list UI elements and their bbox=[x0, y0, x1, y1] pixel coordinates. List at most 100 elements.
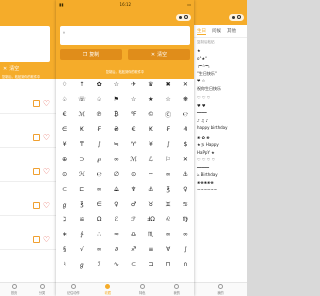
symbol-cell[interactable]: ∞ bbox=[108, 153, 125, 167]
copy-icon[interactable] bbox=[32, 100, 40, 107]
capsule-menu[interactable] bbox=[229, 13, 244, 21]
symbol-cell[interactable]: ☆ bbox=[125, 93, 142, 107]
list-item[interactable]: ♡ bbox=[0, 94, 56, 114]
symbol-cell[interactable]: ℥ bbox=[160, 183, 177, 197]
kaomoji-line[interactable]: "生日快乐" bbox=[194, 70, 247, 78]
symbol-cell[interactable]: ∴ bbox=[91, 228, 108, 242]
list-item[interactable]: ♡ bbox=[0, 230, 56, 250]
kaomoji-line[interactable]: HaPpY ★ bbox=[194, 149, 247, 157]
symbol-cell[interactable]: ¥ bbox=[56, 138, 73, 152]
heart-icon[interactable]: ♡ bbox=[43, 99, 50, 108]
symbol-cell[interactable]: ⌔ bbox=[142, 168, 159, 182]
symbol-cell[interactable]: ℰ bbox=[108, 213, 125, 227]
symbol-cell[interactable]: ∀ bbox=[160, 243, 177, 257]
symbol-cell[interactable]: ♍ bbox=[177, 213, 194, 227]
symbol-cell[interactable]: ↑ bbox=[73, 78, 90, 92]
nav-favorites[interactable]: 收藏 bbox=[91, 283, 126, 296]
symbol-cell[interactable]: ♮ bbox=[56, 258, 73, 272]
symbol-cell[interactable]: ℒ bbox=[142, 153, 159, 167]
symbol-cell[interactable]: ∞ bbox=[160, 228, 177, 242]
symbol-cell[interactable]: ℉ bbox=[125, 108, 142, 122]
capsule-menu[interactable] bbox=[176, 13, 191, 21]
symbol-cell[interactable]: √ bbox=[73, 243, 90, 257]
symbol-cell[interactable]: ℊ bbox=[56, 198, 73, 212]
symbol-cell[interactable]: ℷ bbox=[56, 213, 73, 227]
kaomoji-line[interactable]: ★彡 Happy bbox=[194, 141, 247, 149]
symbol-cell[interactable]: ∫ bbox=[91, 138, 108, 152]
symbol-cell[interactable]: ₣ bbox=[160, 123, 177, 137]
symbol-cell[interactable]: ♌ bbox=[160, 213, 177, 227]
nav-remember[interactable]: 记住动作 bbox=[56, 283, 91, 296]
symbol-cell[interactable]: ℐ bbox=[91, 258, 108, 272]
symbol-cell[interactable]: ⊓ bbox=[160, 258, 177, 272]
symbol-cell[interactable]: ♋ bbox=[177, 198, 194, 212]
heart-icon[interactable]: ♡ bbox=[43, 167, 50, 176]
symbol-cell[interactable]: ♤ bbox=[91, 93, 108, 107]
symbol-cell[interactable]: ⊙ bbox=[56, 168, 73, 182]
symbol-cell[interactable]: ✕ bbox=[177, 153, 194, 167]
symbol-cell[interactable]: ♐ bbox=[125, 243, 142, 257]
kaomoji-line[interactable]: o°★° bbox=[194, 55, 247, 63]
copy-icon[interactable] bbox=[32, 134, 40, 141]
kaomoji-line[interactable]: ♡ ♡ ♡ bbox=[194, 94, 247, 102]
symbol-cell[interactable]: ♈ bbox=[125, 138, 142, 152]
symbol-cell[interactable]: ₴ bbox=[108, 123, 125, 137]
symbol-cell[interactable]: $ bbox=[177, 138, 194, 152]
symbol-cell[interactable]: ✈ bbox=[125, 78, 142, 92]
list-item[interactable]: ♡ bbox=[0, 162, 56, 182]
kaomoji-line[interactable]: ~~~~~~ bbox=[194, 186, 247, 194]
symbol-cell[interactable]: ⊂ bbox=[56, 183, 73, 197]
clear-button[interactable]: ✕ 清空 bbox=[128, 49, 190, 60]
symbol-cell[interactable]: ♀ bbox=[108, 198, 125, 212]
symbol-cell[interactable]: ∂ bbox=[108, 243, 125, 257]
symbol-cell[interactable]: ∈ bbox=[91, 198, 108, 212]
symbol-cell[interactable]: ¥ bbox=[142, 138, 159, 152]
symbol-cell[interactable]: ∗ bbox=[56, 228, 73, 242]
symbol-cell[interactable]: ₭ bbox=[73, 123, 90, 137]
symbol-cell[interactable]: ℗ bbox=[91, 108, 108, 122]
kaomoji-line[interactable]: ❤ ☆ bbox=[194, 77, 247, 85]
kaomoji-line[interactable]: 祝你生日快乐 bbox=[194, 85, 247, 93]
symbol-cell[interactable]: ⚑ bbox=[108, 93, 125, 107]
symbol-cell[interactable]: ℳ bbox=[73, 108, 90, 122]
list-item[interactable]: ♡ bbox=[0, 196, 56, 216]
symbol-cell[interactable]: ♉ bbox=[142, 198, 159, 212]
symbol-cell[interactable]: ∞ bbox=[91, 243, 108, 257]
kaomoji-line[interactable]: ❀❀❀❀❀ bbox=[194, 179, 247, 187]
kaomoji-line[interactable]: ❀ ✿ ❀ bbox=[194, 134, 247, 142]
nav-category[interactable]: 分类 bbox=[28, 283, 56, 296]
symbol-cell[interactable]: ♆ bbox=[125, 183, 142, 197]
copy-icon[interactable] bbox=[32, 168, 40, 175]
symbol-cell[interactable]: ♎ bbox=[125, 228, 142, 242]
symbol-cell[interactable]: ⟁ bbox=[108, 183, 125, 197]
heart-icon[interactable]: ♡ bbox=[43, 201, 50, 210]
symbol-cell[interactable]: ℱ bbox=[125, 213, 142, 227]
kaomoji-line[interactable]: ━━━━ bbox=[194, 109, 247, 117]
symbol-cell[interactable]: ≌ bbox=[73, 213, 90, 227]
symbol-cell[interactable]: ℥ bbox=[73, 198, 90, 212]
symbol-cell[interactable]: ✖ bbox=[160, 78, 177, 92]
symbol-cell[interactable]: ⊙ bbox=[125, 168, 142, 182]
kaomoji-line[interactable]: happy birthday bbox=[194, 124, 247, 132]
nav-mine[interactable]: 我的 bbox=[160, 283, 195, 296]
list-item[interactable]: ♡ bbox=[0, 128, 56, 148]
kaomoji-line[interactable]: ♪ ♫ ♪ bbox=[194, 117, 247, 125]
symbol-cell[interactable]: ⊕ bbox=[56, 153, 73, 167]
symbol-cell[interactable]: © bbox=[142, 108, 159, 122]
symbol-cell[interactable]: ℊ bbox=[73, 258, 90, 272]
symbol-cell[interactable]: € bbox=[125, 123, 142, 137]
kaomoji-line[interactable]: ━━━━━ bbox=[194, 164, 247, 172]
symbol-cell[interactable]: ₣ bbox=[91, 123, 108, 137]
copy-icon[interactable] bbox=[32, 202, 40, 209]
symbol-cell[interactable]: ∅ bbox=[108, 168, 125, 182]
symbol-cell[interactable]: ✕ bbox=[177, 78, 194, 92]
symbol-cell[interactable]: ℘ bbox=[91, 153, 108, 167]
symbol-cell[interactable]: ℮ bbox=[177, 108, 194, 122]
symbol-cell[interactable]: ∩ bbox=[177, 258, 194, 272]
symbol-cell[interactable]: ∿ bbox=[108, 258, 125, 272]
kaomoji-line[interactable]: ঌ Birthday bbox=[194, 171, 247, 179]
symbol-cell[interactable]: ☆ bbox=[160, 93, 177, 107]
tab-birthday[interactable]: 生日 bbox=[197, 28, 206, 35]
symbol-cell[interactable]: ₰ bbox=[177, 123, 194, 137]
symbol-cell[interactable]: Ω bbox=[91, 213, 108, 227]
